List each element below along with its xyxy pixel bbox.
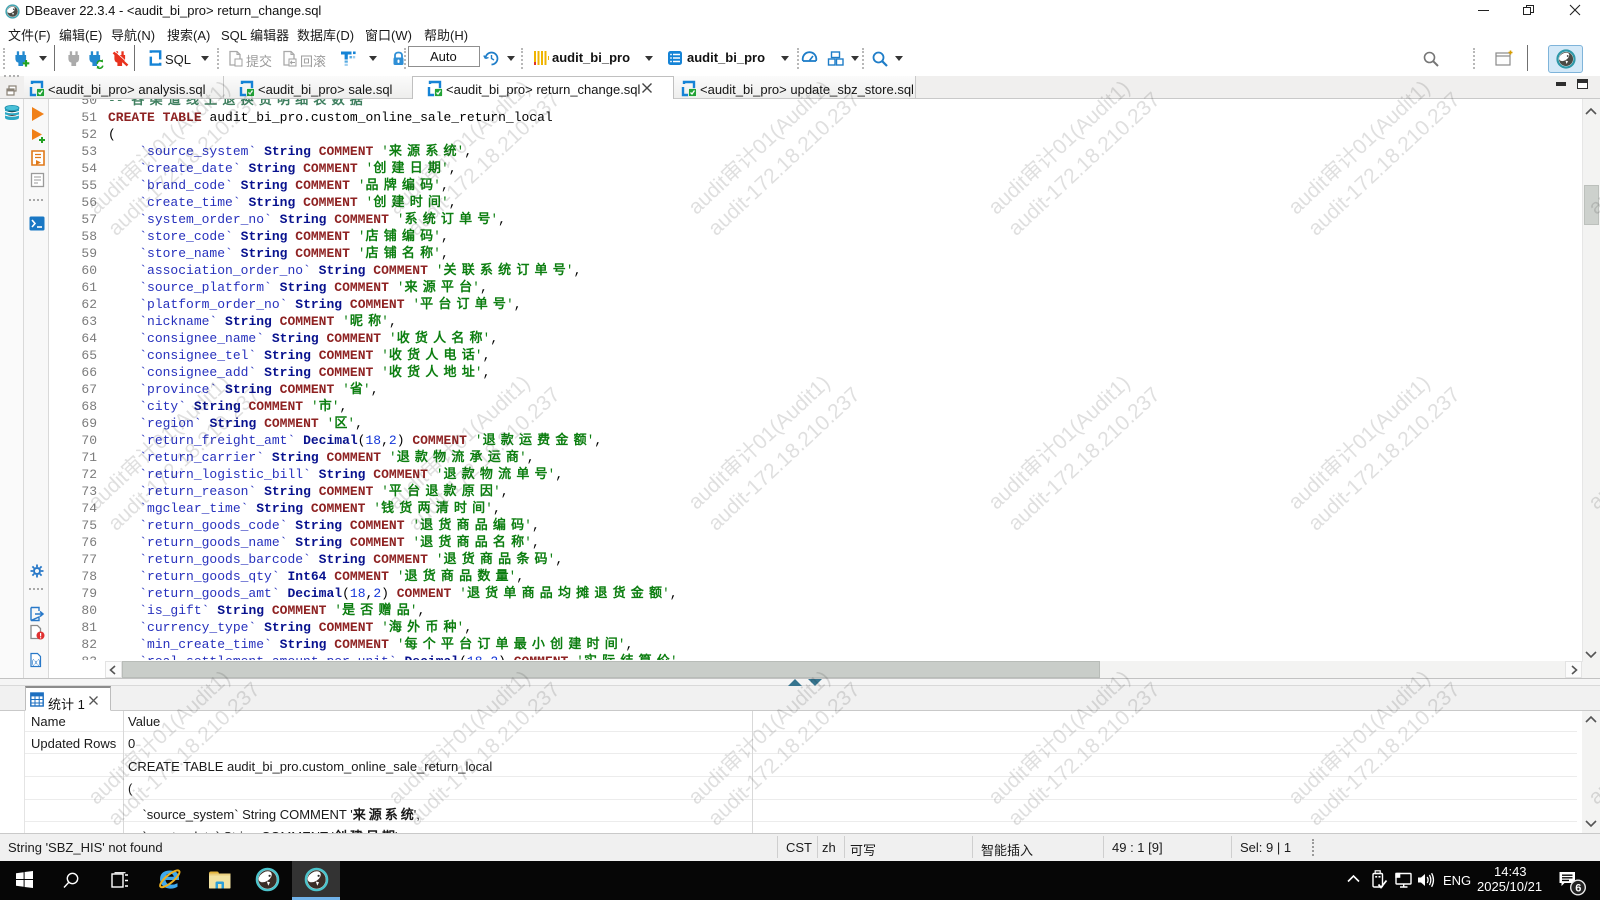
svg-text:6: 6 — [1575, 883, 1581, 895]
svg-text:(x): (x) — [32, 658, 41, 667]
